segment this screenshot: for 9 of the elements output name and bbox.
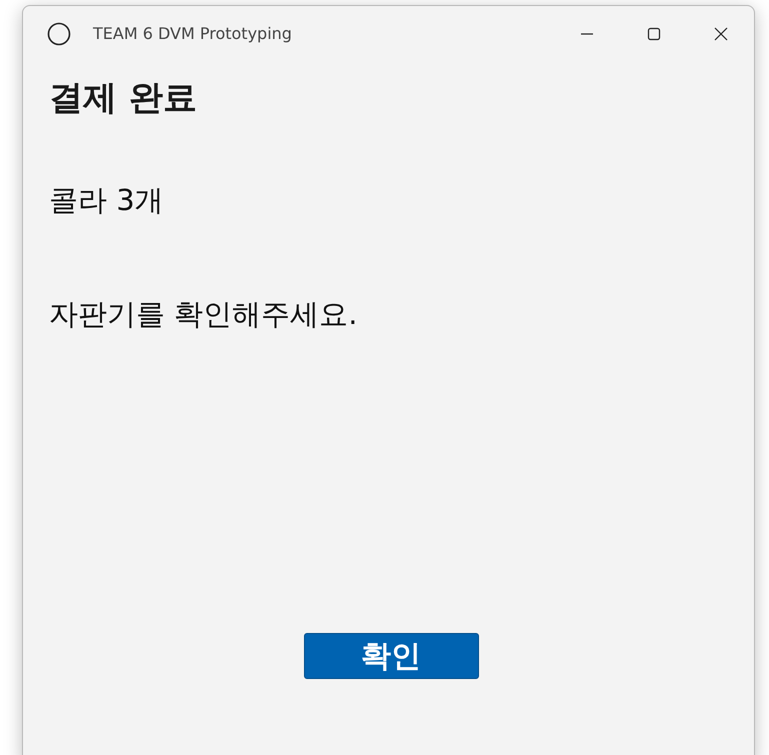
circle-icon [47,22,71,46]
page-heading: 결제 완료 [49,77,198,120]
close-icon [712,26,728,42]
order-summary: 콜라 3개 [49,182,165,219]
minimize-icon [580,32,592,34]
confirm-button[interactable]: 확인 [304,633,478,679]
instruction-message: 자판기를 확인해주세요. [49,296,358,333]
maximize-icon [646,26,662,42]
window-title: TEAM 6 DVM Prototyping [93,24,292,43]
